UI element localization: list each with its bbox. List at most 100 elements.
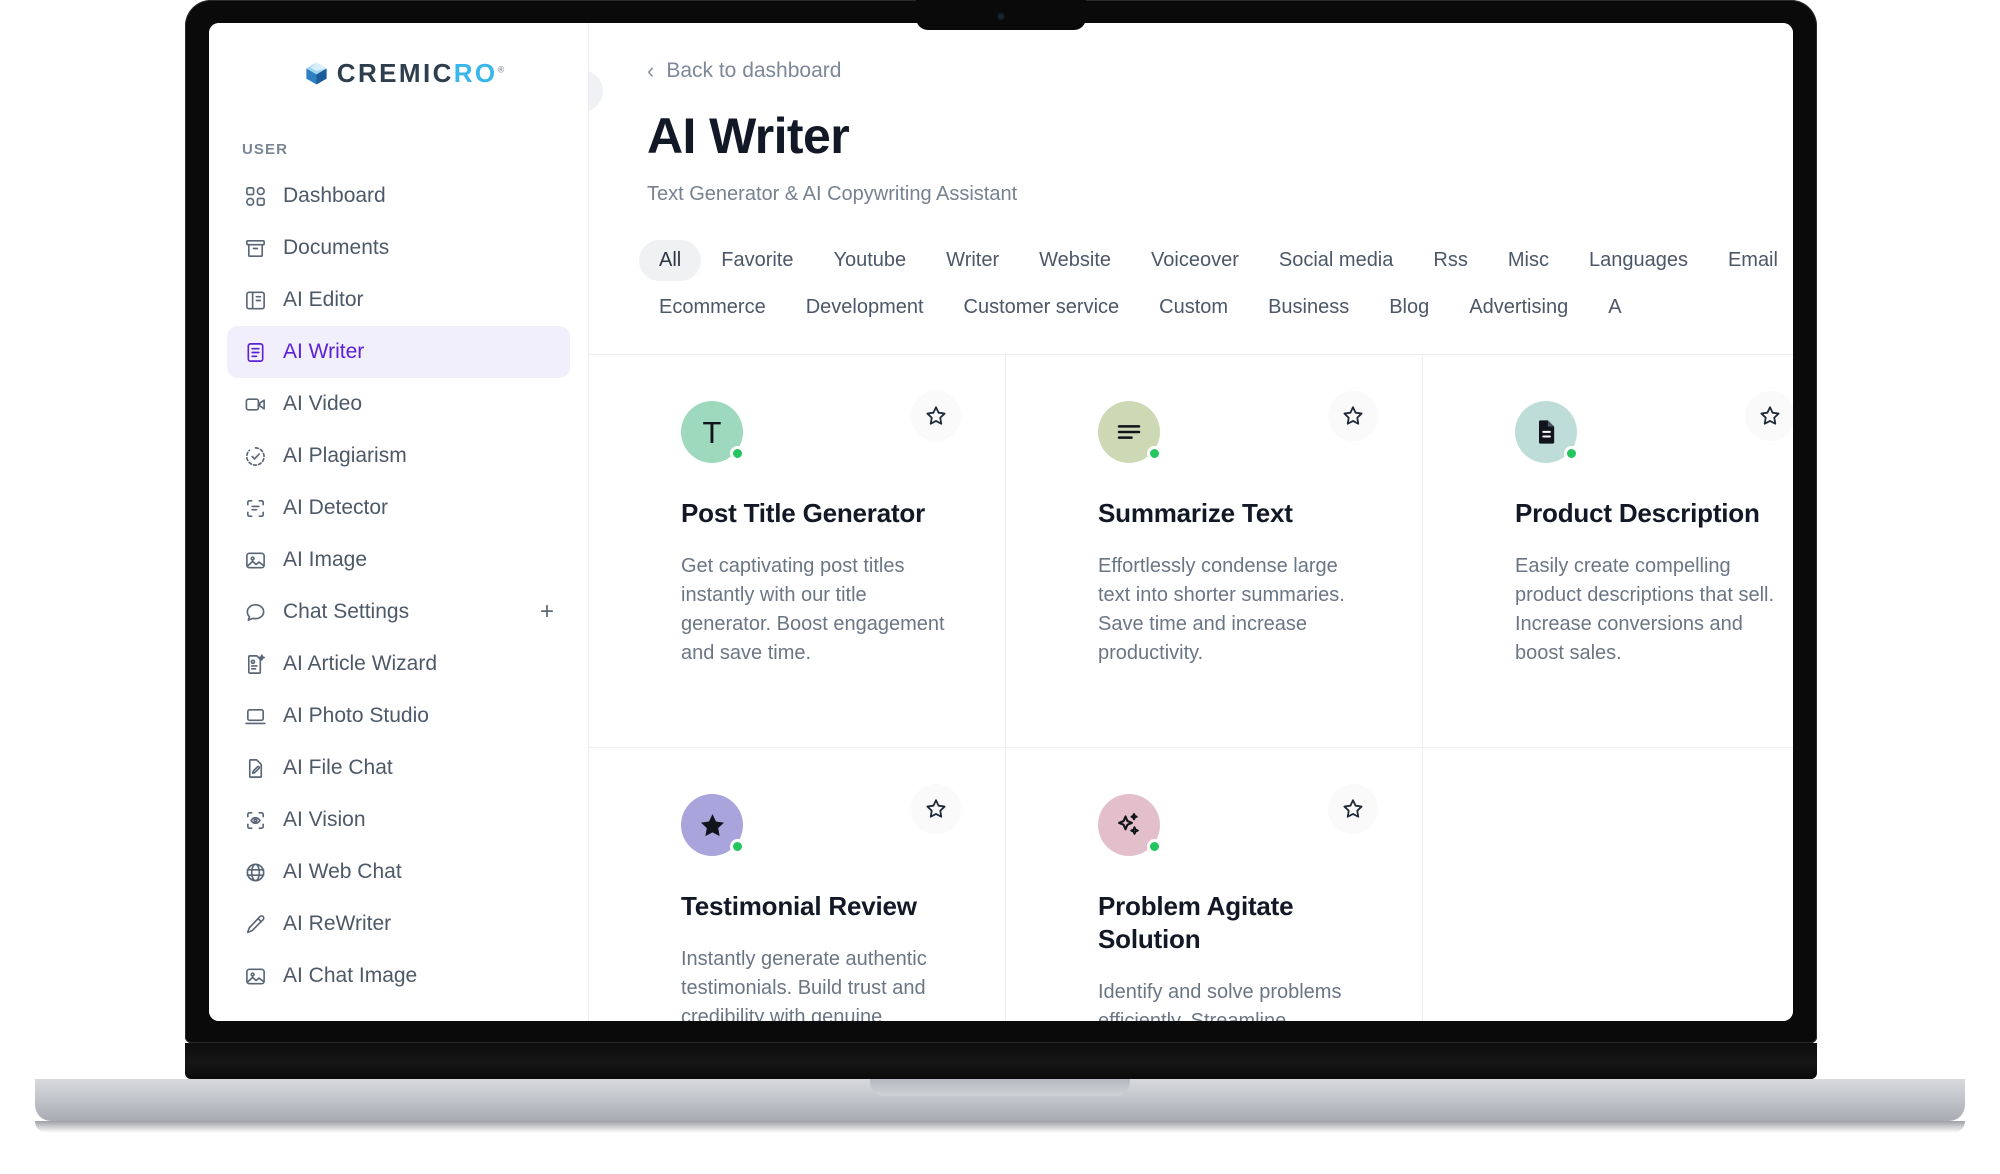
tool-card-description: Instantly generate authentic testimonial… <box>681 948 927 1021</box>
status-badge <box>1147 839 1162 854</box>
favorite-star-button[interactable] <box>911 391 961 441</box>
tool-card-title: Summarize Text <box>1098 498 1293 528</box>
tab-ecommerce[interactable]: Ecommerce <box>639 287 786 328</box>
sidebar-item-ai-photo-studio[interactable]: AI Photo Studio <box>227 690 570 742</box>
app-viewport: CREMICRO® USER Dashboard Documents AI Edit… <box>209 23 1793 1021</box>
tab-business[interactable]: Business <box>1248 287 1369 328</box>
tool-card[interactable]: Summarize Text Effortlessly condense larg… <box>1006 355 1423 748</box>
globe-www-icon <box>243 860 267 884</box>
status-badge <box>730 839 745 854</box>
main-header: ‹ Back to dashboard AI Writer Text Gener… <box>589 23 1793 206</box>
brand-name-part1: CREMIC <box>336 57 454 88</box>
eye-scan-icon <box>243 808 267 832</box>
brand-name-part2: RO <box>453 57 498 88</box>
tool-card[interactable]: T Post Title Generator Get captivating pos… <box>589 355 1006 748</box>
sidebar-item-ai-article-wizard[interactable]: AI Article Wizard <box>227 638 570 690</box>
sidebar-item-ai-vision[interactable]: AI Vision <box>227 794 570 846</box>
favorite-star-button[interactable] <box>1745 391 1793 441</box>
laptop-icon <box>243 704 267 728</box>
sidebar-item-ai-writer[interactable]: AI Writer <box>227 326 570 378</box>
sidebar-item-ai-video[interactable]: AI Video <box>227 378 570 430</box>
tab-rss[interactable]: Rss <box>1413 240 1487 281</box>
sidebar-item-ai-chat-image[interactable]: AI Chat Image <box>227 950 570 1002</box>
tab-custom[interactable]: Custom <box>1139 287 1248 328</box>
sidebar-item-label: AI Vision <box>283 808 366 831</box>
sidebar-item-ai-editor[interactable]: AI Editor <box>227 274 570 326</box>
sidebar-item-ai-detector[interactable]: AI Detector <box>227 482 570 534</box>
tool-card-description: Identify and solve problems efficiently.… <box>1098 981 1342 1021</box>
sidebar-item-label: AI File Chat <box>283 756 393 779</box>
letter-t-icon: T <box>681 401 745 463</box>
brand-wordmark: CREMICRO® <box>337 58 504 89</box>
sidebar-item-label: AI Chat Image <box>283 964 418 987</box>
check-circle-dashed-icon <box>243 444 267 468</box>
sidebar-section-label: USER <box>242 141 289 158</box>
sidebar-nav: Dashboard Documents AI Editor AI Writer AI V… <box>209 170 588 1002</box>
favorite-star-button[interactable] <box>911 784 961 834</box>
avatar-glyph: T <box>702 414 722 450</box>
tab-youtube[interactable]: Youtube <box>813 240 926 281</box>
tab-favorite[interactable]: Favorite <box>701 240 813 281</box>
tool-card-description: Effortlessly condense large text into sh… <box>1098 555 1345 665</box>
tab-all[interactable]: All <box>639 240 702 281</box>
back-link-label: Back to dashboard <box>666 59 842 82</box>
sidebar-item-ai-image[interactable]: AI Image <box>227 534 570 586</box>
sidebar-item-label: AI Video <box>283 392 363 415</box>
status-badge <box>730 446 745 461</box>
tool-card[interactable]: Problem Agitate Solution Identify and sol… <box>1006 748 1423 1021</box>
tool-card-description: Easily create compelling product descrip… <box>1515 555 1775 665</box>
sidebar-item-label: AI Plagiarism <box>283 444 407 467</box>
tab-blog[interactable]: Blog <box>1369 287 1449 328</box>
tool-card-description: Get captivating post titles instantly wi… <box>681 555 945 665</box>
sidebar-item-label: Dashboard <box>283 184 386 207</box>
tab-misc[interactable]: Misc <box>1488 240 1569 281</box>
tool-card-title: Problem Agitate Solution <box>1098 891 1294 955</box>
add-chat-setting-button[interactable]: + <box>540 600 554 624</box>
tab-social-media[interactable]: Social media <box>1259 240 1414 281</box>
sidebar-item-label: AI Article Wizard <box>283 652 438 675</box>
tab-voiceover[interactable]: Voiceover <box>1131 240 1259 281</box>
sidebar-item-label: AI ReWriter <box>283 912 392 935</box>
book-open-icon <box>243 288 267 312</box>
photo-icon <box>243 964 267 988</box>
tab-development[interactable]: Development <box>786 287 944 328</box>
sidebar-item-label: Documents <box>283 236 390 259</box>
tool-card[interactable]: Product Description Easily create compell… <box>1423 355 1793 748</box>
favorite-star-button[interactable] <box>1328 784 1378 834</box>
tab-website[interactable]: Website <box>1019 240 1131 281</box>
sidebar-item-chat-settings[interactable]: Chat Settings + <box>227 586 570 638</box>
tab-customer-service[interactable]: Customer service <box>944 287 1140 328</box>
brand-logo[interactable]: CREMICRO® <box>209 23 588 123</box>
page-subtitle: Text Generator & AI Copywriting Assistan… <box>647 183 1018 205</box>
tab-writer[interactable]: Writer <box>926 240 1019 281</box>
tool-card-title: Post Title Generator <box>681 498 926 528</box>
grid-icon <box>243 184 267 208</box>
sidebar-item-label: AI Writer <box>283 340 365 363</box>
tab-email[interactable]: Email <box>1708 240 1793 281</box>
sidebar-item-label: Chat Settings <box>283 600 410 623</box>
tool-card[interactable]: Testimonial Review Instantly generate aut… <box>589 748 1006 1021</box>
sidebar-item-dashboard[interactable]: Dashboard <box>227 170 570 222</box>
sidebar-item-ai-rewriter[interactable]: AI ReWriter <box>227 898 570 950</box>
chat-bubble-icon <box>243 600 267 624</box>
sidebar-item-documents[interactable]: Documents <box>227 222 570 274</box>
favorite-star-button[interactable] <box>1328 391 1378 441</box>
tab-advertising[interactable]: Advertising <box>1449 287 1588 328</box>
sidebar-item-ai-plagiarism[interactable]: AI Plagiarism <box>227 430 570 482</box>
tool-card-title: Testimonial Review <box>681 891 917 921</box>
sidebar-item-ai-web-chat[interactable]: AI Web Chat <box>227 846 570 898</box>
status-badge <box>1564 446 1579 461</box>
align-left-lines-icon <box>1098 401 1162 463</box>
status-badge <box>1147 446 1162 461</box>
tab-a[interactable]: A <box>1588 287 1641 328</box>
laptop-mockup: CREMICRO® USER Dashboard Documents AI Edit… <box>0 0 2000 1174</box>
webcam-icon <box>996 12 1006 21</box>
back-to-dashboard-link[interactable]: ‹ Back to dashboard <box>647 59 841 83</box>
photo-icon <box>243 548 267 572</box>
sidebar-item-label: AI Editor <box>283 288 364 311</box>
video-camera-icon <box>243 392 267 416</box>
tab-languages[interactable]: Languages <box>1569 240 1708 281</box>
sidebar-item-ai-file-chat[interactable]: AI File Chat <box>227 742 570 794</box>
tool-card-grid: T Post Title Generator Get captivating pos… <box>589 355 1793 1021</box>
sidebar: CREMICRO® USER Dashboard Documents AI Edit… <box>209 23 589 1021</box>
